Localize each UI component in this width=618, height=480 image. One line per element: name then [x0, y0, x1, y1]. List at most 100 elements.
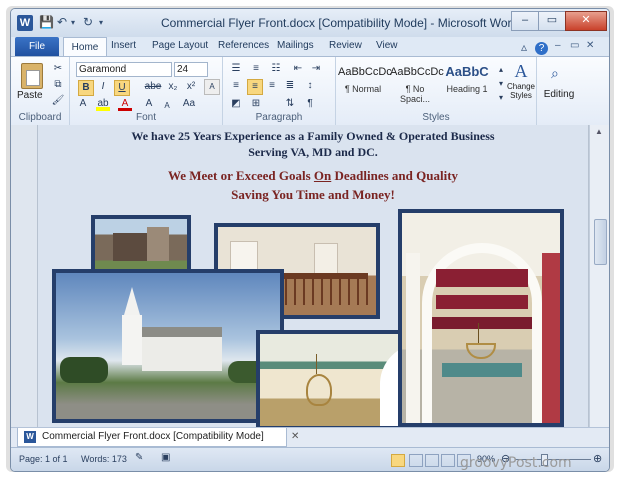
house-photo[interactable]: [91, 215, 191, 275]
headline-line-4: Saving You Time and Money!: [231, 187, 395, 202]
style-no-spacing[interactable]: AaBbCcDc ¶ No Spaci...: [390, 61, 444, 104]
text-effects-icon[interactable]: A: [76, 97, 90, 111]
tab-mailings[interactable]: Mailings: [277, 40, 314, 51]
doc-close-icon[interactable]: ✕: [586, 40, 594, 51]
web-layout-view-icon[interactable]: [425, 454, 439, 467]
strikethrough-button[interactable]: abe: [142, 80, 164, 94]
superscript-button[interactable]: x²: [184, 80, 198, 94]
vertical-scrollbar[interactable]: ▲: [589, 125, 609, 427]
help-icon[interactable]: ?: [535, 42, 548, 55]
zoom-in-icon[interactable]: ⊕: [593, 452, 602, 465]
style-normal-preview: AaBbCcDc: [338, 66, 392, 78]
undo-dropdown-icon[interactable]: ▾: [71, 18, 75, 27]
atrium-photo[interactable]: [398, 209, 564, 427]
shrink-font-button[interactable]: A: [160, 99, 174, 113]
tab-home[interactable]: Home: [63, 37, 107, 57]
headline-line-1: We have 25 Years Experience as a Family …: [131, 129, 495, 143]
numbering-icon[interactable]: ≡: [249, 62, 263, 76]
bullets-icon[interactable]: ☰: [229, 62, 243, 76]
align-center-icon[interactable]: ≡: [247, 79, 263, 95]
style-heading-1[interactable]: AaBbC Heading 1: [442, 61, 492, 99]
minimize-ribbon-icon[interactable]: ▵: [521, 40, 527, 54]
show-formatting-button[interactable]: ¶: [303, 97, 317, 111]
full-screen-view-icon[interactable]: [409, 454, 423, 467]
sort-icon[interactable]: ⇅: [283, 97, 297, 111]
bold-button[interactable]: B: [78, 80, 94, 96]
font-label: Font: [135, 112, 156, 123]
change-styles-button[interactable]: A Change Styles: [506, 61, 536, 109]
document-area: We have 25 Years Experience as a Family …: [11, 125, 609, 427]
style-heading-1-name: Heading 1: [446, 84, 488, 94]
clipboard-group: Paste ✂ ⧉ 🖌 Clipboard: [11, 57, 70, 125]
cut-icon[interactable]: ✂: [51, 62, 65, 76]
grow-font-button[interactable]: A: [142, 97, 156, 111]
style-normal-name: ¶ Normal: [344, 84, 382, 94]
page-count[interactable]: Page: 1 of 1: [19, 454, 68, 464]
justify-icon[interactable]: ≣: [283, 79, 297, 93]
maximize-button[interactable]: ▭: [538, 11, 566, 31]
align-right-icon[interactable]: ≡: [265, 79, 279, 93]
paste-icon[interactable]: [21, 63, 43, 89]
shading-icon[interactable]: ◩: [229, 97, 243, 111]
clear-formatting-icon[interactable]: A: [204, 79, 220, 95]
document-tab-label: Commercial Flyer Front.docx [Compatibili…: [42, 431, 264, 442]
font-group: Garamond 24 B I U abe x₂ x² A A ab A A A…: [70, 57, 223, 125]
font-family-select[interactable]: Garamond: [76, 62, 172, 77]
tab-review[interactable]: Review: [329, 40, 362, 51]
format-painter-icon[interactable]: 🖌: [51, 94, 65, 108]
paste-button[interactable]: Paste: [17, 90, 43, 101]
decrease-indent-icon[interactable]: ⇤: [291, 62, 305, 76]
tab-file[interactable]: File: [15, 37, 59, 57]
word-count[interactable]: Words: 173: [81, 454, 127, 464]
tab-references[interactable]: References: [218, 40, 269, 51]
scroll-thumb[interactable]: [594, 219, 607, 265]
outline-view-icon[interactable]: [441, 454, 455, 467]
document-tab-word-icon: W: [24, 431, 36, 443]
redo-icon[interactable]: ↻: [83, 15, 93, 29]
minimize-button[interactable]: –: [511, 11, 539, 31]
word-logo-icon[interactable]: W: [17, 15, 33, 31]
doc-minimize-icon[interactable]: –: [555, 40, 561, 51]
subscript-button[interactable]: x₂: [166, 80, 180, 94]
borders-icon[interactable]: ⊞: [249, 97, 263, 111]
style-no-spacing-name: ¶ No Spaci...: [399, 84, 430, 104]
print-layout-view-icon[interactable]: [391, 454, 405, 467]
headline-line-3: We Meet or Exceed Goals On Deadlines and…: [167, 168, 459, 183]
customize-qat-icon[interactable]: ▾: [99, 18, 103, 27]
document-tab[interactable]: W Commercial Flyer Front.docx [Compatibi…: [17, 428, 287, 447]
font-color-icon[interactable]: A: [118, 97, 132, 111]
highlight-icon[interactable]: ab: [96, 97, 110, 111]
tab-view[interactable]: View: [376, 40, 398, 51]
undo-icon[interactable]: ↶: [57, 15, 67, 29]
change-styles-icon: A: [514, 61, 528, 81]
align-left-icon[interactable]: ≡: [229, 79, 243, 93]
style-no-spacing-preview: AaBbCcDc: [390, 66, 444, 78]
change-case-button[interactable]: Aa: [180, 97, 198, 111]
style-heading-1-preview: AaBbC: [445, 64, 489, 79]
watermark: groovyPost.com: [460, 455, 572, 471]
scroll-up-icon[interactable]: ▲: [595, 127, 603, 136]
increase-indent-icon[interactable]: ⇥: [309, 62, 323, 76]
style-normal[interactable]: AaBbCcDc ¶ Normal: [338, 61, 392, 99]
proofing-icon[interactable]: ✎: [135, 452, 143, 463]
editing-group[interactable]: ⌕ Editing: [537, 57, 581, 125]
font-size-select[interactable]: 24: [174, 62, 208, 77]
line-spacing-icon[interactable]: ↕: [303, 79, 317, 93]
copy-icon[interactable]: ⧉: [51, 78, 65, 92]
tab-insert[interactable]: Insert: [111, 40, 136, 51]
tab-page-layout[interactable]: Page Layout: [152, 40, 208, 51]
doc-restore-icon[interactable]: ▭: [570, 40, 579, 51]
binoculars-icon: ⌕: [551, 65, 559, 81]
multilevel-list-icon[interactable]: ☷: [269, 62, 283, 76]
editing-button[interactable]: Editing: [539, 89, 579, 100]
macro-icon[interactable]: ▣: [161, 452, 170, 463]
underline-button[interactable]: U: [114, 80, 130, 96]
window-title: Commercial Flyer Front.docx [Compatibili…: [161, 16, 519, 30]
close-button[interactable]: ✕: [565, 11, 607, 31]
document-page[interactable]: We have 25 Years Experience as a Family …: [37, 125, 589, 427]
document-tab-close-icon[interactable]: ✕: [291, 431, 299, 442]
save-icon[interactable]: 💾: [39, 15, 54, 29]
chandelier-room-photo[interactable]: [256, 330, 420, 427]
church-photo[interactable]: [52, 269, 284, 423]
italic-button[interactable]: I: [96, 80, 110, 94]
